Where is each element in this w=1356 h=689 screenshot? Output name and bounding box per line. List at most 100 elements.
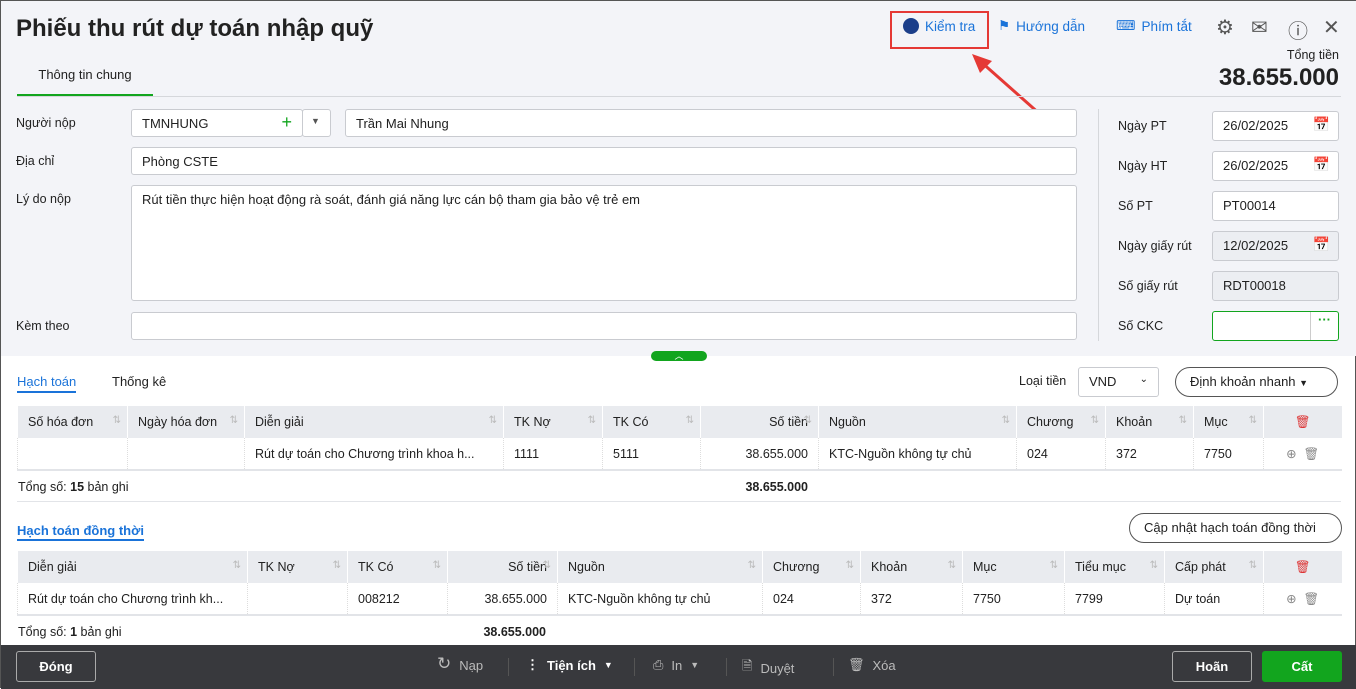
calendar-icon[interactable]: 📅 [1313,156,1330,173]
concurrent-accounting-title[interactable]: Hạch toán đồng thời [17,523,144,541]
guide-button[interactable]: ⚑ Hướng dẫn [998,18,1085,34]
column-header[interactable]: Số hóa đơn ⇅ [17,406,128,438]
sort-icon[interactable]: ⇅ [489,415,497,426]
column-header[interactable]: Mục ⇅ [962,551,1065,583]
table-cell[interactable] [247,583,348,616]
sort-icon[interactable]: ⇅ [1179,415,1187,426]
tab-statistics[interactable]: Thống kê [112,374,166,389]
save-button[interactable]: Cất [1262,651,1342,682]
table-cell[interactable]: 7799 [1064,583,1165,616]
field-input[interactable]: ··· [1212,311,1339,341]
column-header[interactable]: Cấp phát ⇅ [1164,551,1264,583]
collapse-toggle[interactable]: ︿ [651,351,707,361]
column-header[interactable]: Nguồn ⇅ [818,406,1017,438]
column-header[interactable]: Tiểu mục ⇅ [1064,551,1165,583]
update-concurrent-button[interactable]: Cập nhật hạch toán đồng thời [1129,513,1342,543]
utilities-button[interactable]: ⋮ Tiện ích ▼ [526,657,613,673]
table-cell[interactable]: 38.655.000 [700,438,819,471]
close-icon[interactable]: ✕ [1323,15,1340,40]
payer-name-input[interactable]: Trần Mai Nhung [345,109,1077,137]
sort-icon[interactable]: ⇅ [686,415,694,426]
column-header[interactable]: TK Có ⇅ [347,551,448,583]
column-header[interactable]: Nguồn ⇅ [557,551,763,583]
delete-all-icon[interactable]: 🗑 [1263,551,1342,583]
column-header[interactable]: TK Nợ ⇅ [247,551,348,583]
currency-select[interactable]: VND ⌄ [1078,367,1159,397]
delete-button[interactable]: 🗑 Xóa [848,657,896,673]
payer-code-input[interactable]: TMNHUNG + [131,109,303,137]
column-header[interactable]: Số tiền ⇅ [700,406,819,438]
sort-icon[interactable]: ⇅ [1249,415,1257,426]
sort-icon[interactable]: ⇅ [748,560,756,571]
sort-icon[interactable]: ⇅ [113,415,121,426]
sort-icon[interactable]: ⇅ [433,560,441,571]
table-cell[interactable] [127,438,245,471]
sort-icon[interactable]: ⇅ [1002,415,1010,426]
sort-icon[interactable]: ⇅ [588,415,596,426]
sort-icon[interactable]: ⇅ [543,560,551,571]
more-icon[interactable]: ··· [1310,312,1338,340]
sort-icon[interactable]: ⇅ [948,560,956,571]
reason-input[interactable]: Rút tiền thực hiện hoạt động rà soát, đá… [131,185,1077,301]
table-row[interactable]: Rút dự toán cho Chương trình kh... 008212… [17,583,1342,616]
close-button[interactable]: Đóng [16,651,96,682]
calendar-icon[interactable]: 📅 [1313,116,1330,133]
add-row-icon[interactable]: ⊕ [1286,447,1296,461]
sort-icon[interactable]: ⇅ [333,560,341,571]
sort-icon[interactable]: ⇅ [1091,415,1099,426]
table-cell[interactable]: 372 [860,583,963,616]
table-cell[interactable]: 5111 [602,438,701,471]
table-cell[interactable]: 1111 [503,438,603,471]
sort-icon[interactable]: ⇅ [230,415,238,426]
column-header[interactable]: Diễn giải ⇅ [244,406,504,438]
field-input[interactable]: 26/02/2025 📅 [1212,111,1339,141]
mail-send-icon[interactable]: ✉ [1251,15,1268,40]
column-header[interactable]: Ngày hóa đơn ⇅ [127,406,245,438]
column-header[interactable]: Mục ⇅ [1193,406,1264,438]
sort-icon[interactable]: ⇅ [1249,560,1257,571]
table-cell[interactable]: Dự toán [1164,583,1264,616]
column-header[interactable]: TK Có ⇅ [602,406,701,438]
table-cell[interactable]: 372 [1105,438,1194,471]
table-cell[interactable]: 024 [762,583,861,616]
column-header[interactable]: Số tiền ⇅ [447,551,558,583]
table-cell[interactable]: 7750 [1193,438,1264,471]
help-icon[interactable]: ⓘ [1288,15,1308,44]
shortcuts-button[interactable]: ⌨ Phím tắt [1116,18,1192,34]
address-input[interactable]: Phòng CSTE [131,147,1077,175]
reload-button[interactable]: ↻ Nạp [437,654,483,674]
attach-input[interactable] [131,312,1077,340]
calendar-icon[interactable]: 📅 [1313,236,1330,253]
column-header[interactable]: Khoản ⇅ [1105,406,1194,438]
sort-icon[interactable]: ⇅ [1150,560,1158,571]
delete-all-icon[interactable]: 🗑 [1263,406,1342,438]
column-header[interactable]: TK Nợ ⇅ [503,406,603,438]
sort-icon[interactable]: ⇅ [804,415,812,426]
tab-general-info[interactable]: Thông tin chung [17,67,153,97]
cancel-button[interactable]: Hoãn [1172,651,1252,682]
trash-icon[interactable]: 🗑 [1304,447,1320,461]
field-input[interactable]: 26/02/2025 📅 [1212,151,1339,181]
table-cell[interactable]: 024 [1016,438,1106,471]
add-icon[interactable]: + [281,112,292,133]
table-cell[interactable]: KTC-Nguồn không tự chủ [818,438,1017,471]
field-input[interactable]: PT00014 [1212,191,1339,221]
table-cell[interactable] [17,438,128,471]
print-button[interactable]: ⎙ In ▼ [653,657,699,673]
table-cell[interactable]: KTC-Nguồn không tự chủ [557,583,763,616]
tab-accounting[interactable]: Hạch toán [17,374,77,393]
quick-entry-button[interactable]: Định khoản nhanh ▼ [1175,367,1338,397]
table-cell[interactable]: Rút dự toán cho Chương trình khoa h... [244,438,504,471]
gear-icon[interactable]: ⚙ [1216,15,1234,40]
sort-icon[interactable]: ⇅ [233,560,241,571]
sort-icon[interactable]: ⇅ [846,560,854,571]
payer-dropdown[interactable]: ▼ [302,109,331,137]
table-cell[interactable]: 008212 [347,583,448,616]
trash-icon[interactable]: 🗑 [1304,592,1320,606]
column-header[interactable]: Khoản ⇅ [860,551,963,583]
table-cell[interactable]: 7750 [962,583,1065,616]
column-header[interactable]: Diễn giải ⇅ [17,551,248,583]
column-header[interactable]: Chương ⇅ [762,551,861,583]
approve-button[interactable]: 🗎 Duyệt [742,657,794,679]
table-row[interactable]: Rút dự toán cho Chương trình khoa h... 11… [17,438,1342,471]
